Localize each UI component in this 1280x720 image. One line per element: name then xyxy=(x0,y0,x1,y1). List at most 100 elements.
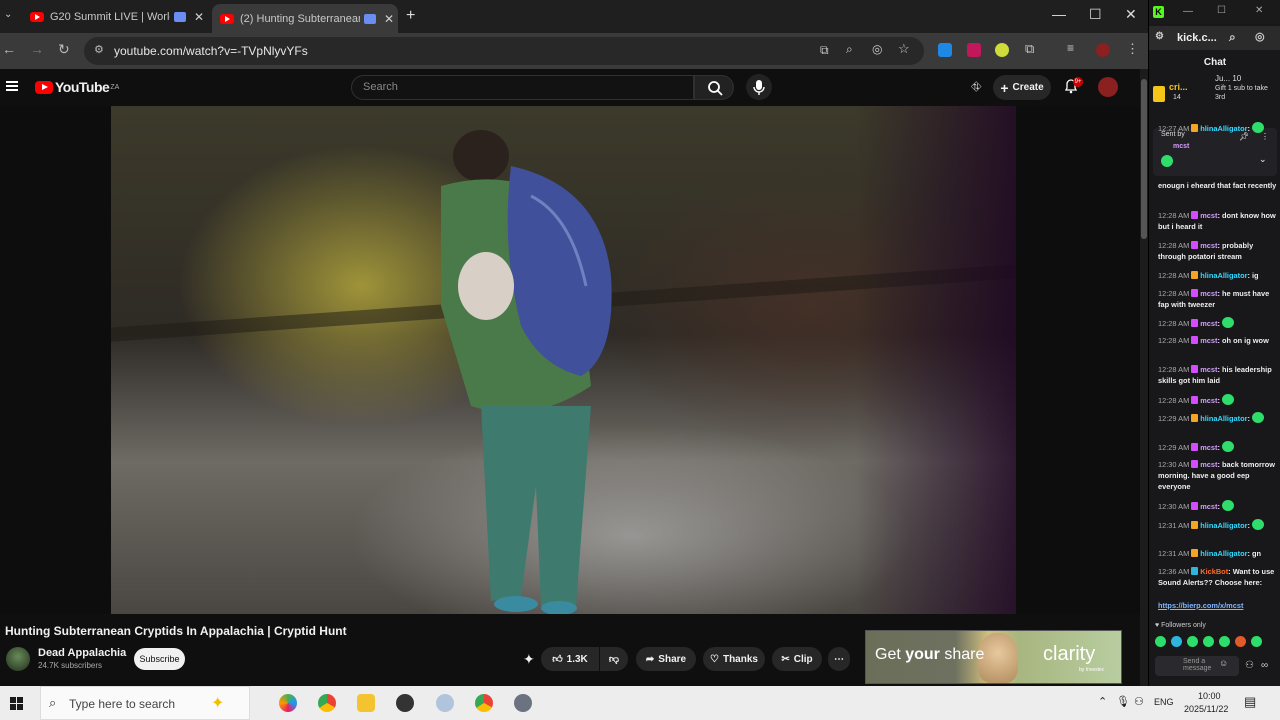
search-input[interactable]: Search xyxy=(351,75,694,100)
youtube-logo[interactable]: YouTube ZA xyxy=(35,79,119,95)
emote-icon[interactable] xyxy=(1235,636,1246,647)
forward-arrow-icon[interactable]: → xyxy=(30,41,44,57)
snipping-tool-icon[interactable] xyxy=(436,694,454,712)
message-username[interactable]: hlinaAlligator xyxy=(1200,414,1247,423)
tab-hunting-cryptids[interactable]: (2) Hunting Subterranean C ✕ xyxy=(212,4,398,33)
clip-button[interactable]: ✂ Clip xyxy=(772,647,822,671)
tab-search-chevron-icon[interactable]: ⌄ xyxy=(4,9,12,20)
puzzle-extensions-icon[interactable]: ⧉ xyxy=(1025,41,1034,57)
emote-icon[interactable] xyxy=(1251,636,1262,647)
maximize-icon[interactable]: ☐ xyxy=(1217,5,1226,16)
app-icon[interactable] xyxy=(514,694,532,712)
scrollbar-thumb[interactable] xyxy=(1141,79,1147,239)
extension-icon[interactable] xyxy=(938,43,952,57)
hamburger-menu-icon[interactable] xyxy=(6,81,18,91)
message-username[interactable]: mcst xyxy=(1200,211,1217,220)
notifications-icon[interactable]: ▤ xyxy=(1244,694,1256,710)
gift-sub-prompt[interactable]: Gift 1 sub to take 3rd xyxy=(1215,84,1275,102)
close-window-icon[interactable]: ✕ xyxy=(1255,5,1263,16)
video-player[interactable] xyxy=(0,106,1140,614)
tab-close-icon[interactable]: ✕ xyxy=(384,12,394,26)
language-indicator[interactable]: ENG xyxy=(1154,697,1174,707)
chrome-profile-icon[interactable] xyxy=(475,694,493,712)
message-username[interactable]: mcst xyxy=(1200,443,1217,452)
message-username[interactable]: mcst xyxy=(1200,241,1217,250)
eye-off-icon[interactable]: ◎ xyxy=(872,42,882,56)
clock-date[interactable]: 2025/11/22 xyxy=(1184,704,1228,714)
message-username[interactable]: mcst xyxy=(1200,319,1217,328)
voice-search-button[interactable] xyxy=(746,74,772,100)
message-username[interactable]: mcst xyxy=(1200,396,1217,405)
maximize-icon[interactable]: ☐ xyxy=(1089,6,1102,23)
chat-settings-icon[interactable]: ∞ xyxy=(1261,660,1268,671)
microphone-icon[interactable]: 🎙︎ xyxy=(1116,695,1130,708)
clock-time[interactable]: 10:00 xyxy=(1198,691,1221,701)
extension-icon[interactable] xyxy=(995,43,1009,57)
install-app-icon[interactable]: ⧉ xyxy=(820,43,829,58)
chrome-menu-icon[interactable]: ⋮ xyxy=(1126,41,1139,57)
message-username[interactable]: mcst xyxy=(1200,365,1217,374)
channel-avatar[interactable] xyxy=(6,647,30,671)
extension-icon[interactable] xyxy=(967,43,981,57)
kick-address-bar[interactable]: ⚙ kick.c... ⌕ ◎ xyxy=(1149,26,1280,50)
channel-name[interactable]: Dead Appalachia xyxy=(38,647,126,659)
message-username[interactable]: hlinaAlligator xyxy=(1200,549,1247,558)
close-window-icon[interactable]: ✕ xyxy=(1125,6,1137,23)
chevron-up-icon[interactable]: ⌃ xyxy=(1098,695,1107,708)
address-bar[interactable]: ⚙ youtube.com/watch?v=-TVpNlyvYFs ⧉ ⌕ ◎ … xyxy=(84,37,924,65)
account-avatar[interactable] xyxy=(1098,77,1118,97)
taskbar-search-input[interactable]: ⌕ Type here to search ✦ xyxy=(40,686,250,720)
new-tab-plus-icon[interactable]: + xyxy=(406,7,415,25)
emote-icon[interactable] xyxy=(1203,636,1214,647)
like-button[interactable]: 👍︎ 1.3K xyxy=(541,647,599,671)
kick-url[interactable]: kick.c... xyxy=(1177,32,1217,44)
copilot-app-icon[interactable] xyxy=(279,694,297,712)
message-username[interactable]: mcst xyxy=(1200,289,1217,298)
dislike-button[interactable]: 👎︎ xyxy=(600,647,628,671)
tab-close-icon[interactable]: ✕ xyxy=(194,10,204,24)
message-link[interactable]: https://bierp.com/x/mcst xyxy=(1158,601,1243,610)
chat-message-input[interactable]: Send a message ☺ xyxy=(1155,656,1239,676)
message-username[interactable]: hlinaAlligator xyxy=(1200,271,1247,280)
zoom-icon[interactable]: ⌕ xyxy=(846,42,853,57)
emote-icon[interactable] xyxy=(1187,636,1198,647)
create-button[interactable]: + Create xyxy=(993,75,1051,100)
eye-off-icon[interactable]: ◎ xyxy=(1255,30,1265,43)
search-button[interactable] xyxy=(694,75,734,100)
site-info-icon[interactable]: ⚙ xyxy=(94,43,104,56)
ad-banner[interactable]: Get your share clarity by Investec xyxy=(865,630,1122,684)
url-text[interactable]: youtube.com/watch?v=-TVpNlyvYFs xyxy=(114,44,308,58)
file-explorer-icon[interactable] xyxy=(357,694,375,712)
profile-avatar-icon[interactable] xyxy=(1096,43,1110,57)
tab-audio-icon[interactable] xyxy=(364,13,376,24)
reload-icon[interactable]: ↻ xyxy=(58,41,70,58)
network-icon[interactable]: ⚇ xyxy=(1134,695,1144,708)
message-username[interactable]: hlinaAlligator xyxy=(1200,521,1247,530)
minimize-icon[interactable]: — xyxy=(1183,6,1193,17)
more-actions-button[interactable]: ⋯ xyxy=(828,647,850,671)
site-settings-icon[interactable]: ⚙ xyxy=(1155,31,1164,42)
page-scrollbar[interactable] xyxy=(1140,69,1148,686)
windows-start-icon[interactable] xyxy=(10,697,23,710)
tab-audio-icon[interactable] xyxy=(174,12,186,22)
tab-g20-summit[interactable]: G20 Summit LIVE | World Le ✕ xyxy=(22,6,210,28)
chevron-down-icon[interactable]: ⌄ xyxy=(1259,154,1267,165)
emote-icon[interactable] xyxy=(1219,636,1230,647)
media-control-icon[interactable]: ≡ xyxy=(1067,41,1074,55)
cast-icon[interactable]: ⛗ xyxy=(971,79,981,95)
obs-app-icon[interactable] xyxy=(396,694,414,712)
users-icon[interactable]: ⚇ xyxy=(1245,660,1254,671)
message-username[interactable]: mcst xyxy=(1200,502,1217,511)
bookmark-star-icon[interactable]: ☆ xyxy=(898,41,910,57)
emote-icon[interactable] xyxy=(1171,636,1182,647)
minimize-icon[interactable]: — xyxy=(1052,6,1066,22)
message-username[interactable]: hlinaAlligator xyxy=(1200,124,1247,133)
share-button[interactable]: ➦ Share xyxy=(636,647,696,671)
message-username[interactable]: mcst xyxy=(1200,460,1217,469)
thanks-button[interactable]: ♡ Thanks xyxy=(703,647,765,671)
emote-icon[interactable] xyxy=(1155,636,1166,647)
subscribe-button[interactable]: Subscribe xyxy=(134,648,185,670)
chrome-app-icon[interactable] xyxy=(318,694,336,712)
search-icon[interactable]: ⌕ xyxy=(1229,30,1236,45)
message-username[interactable]: mcst xyxy=(1200,336,1217,345)
